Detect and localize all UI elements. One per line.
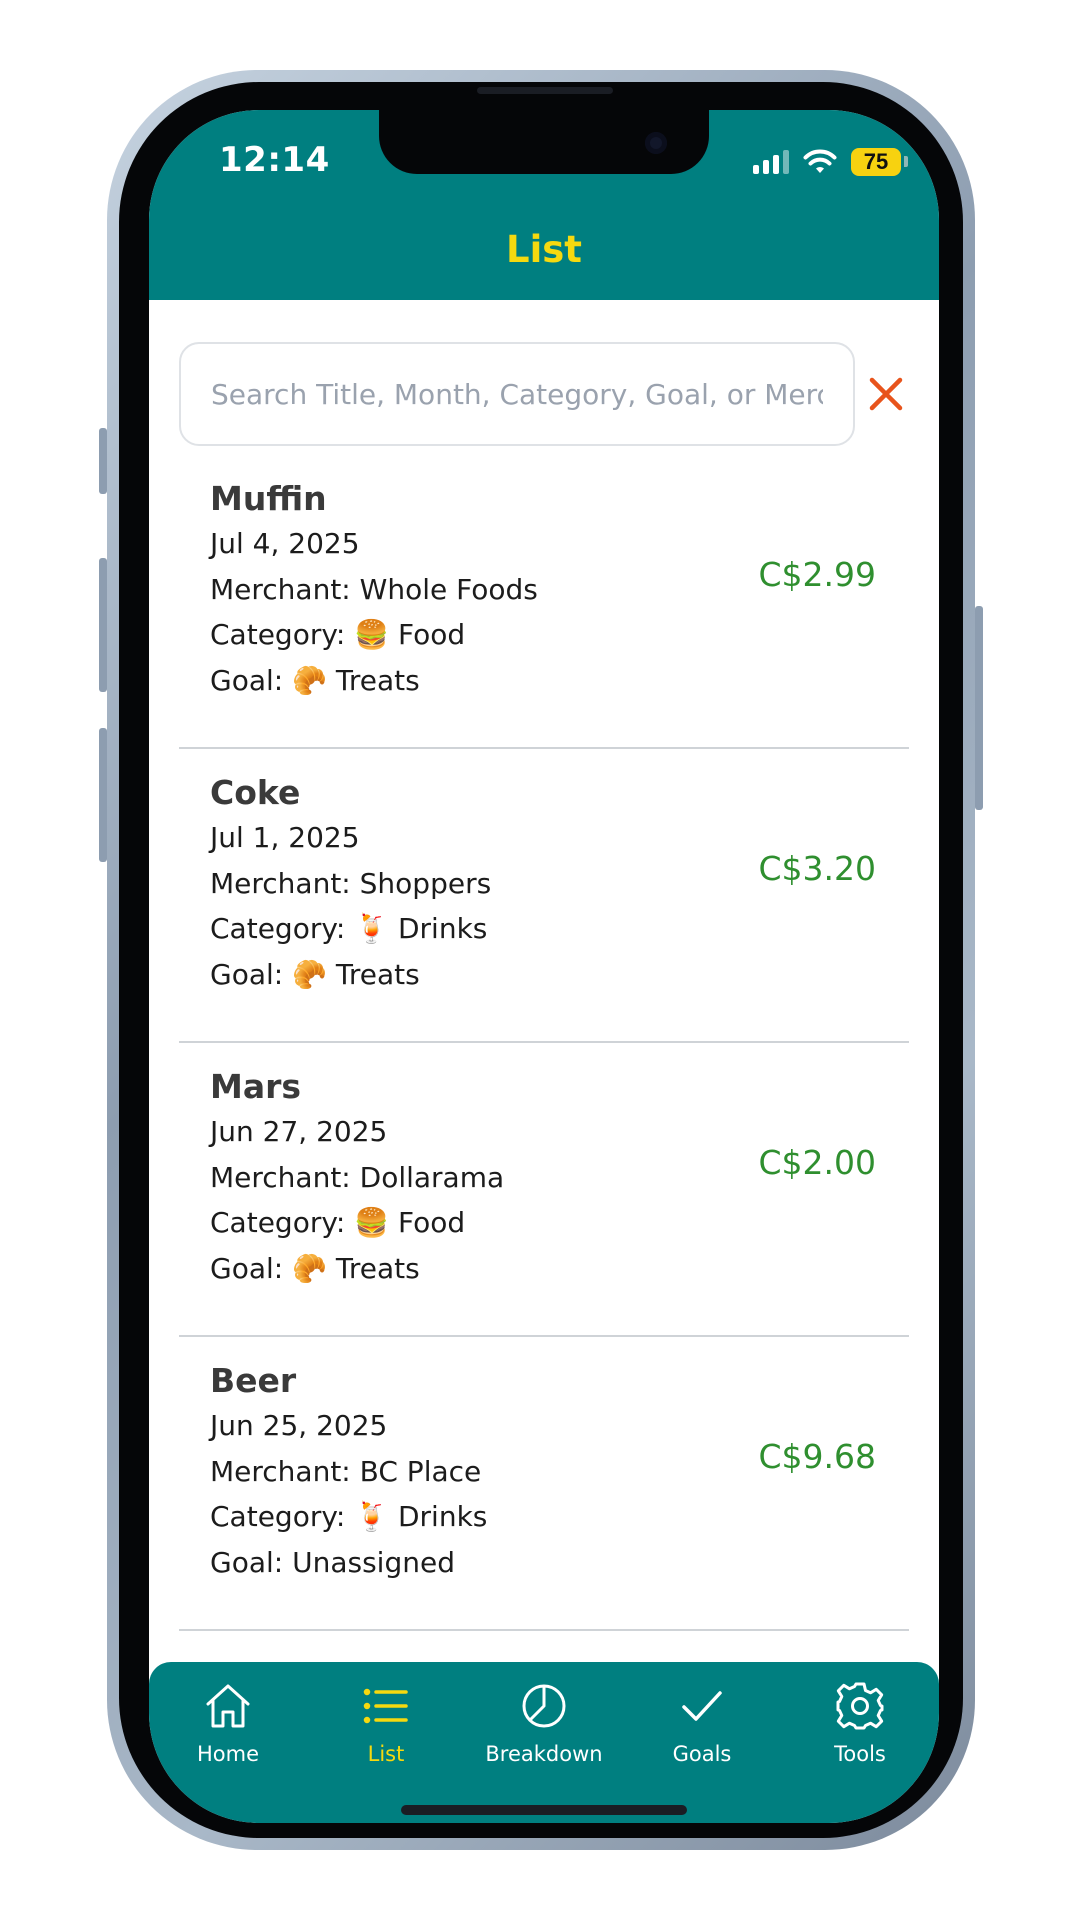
transaction-goal: Goal: 🥐 Treats — [210, 957, 420, 991]
transaction-title: Beer — [210, 1361, 297, 1400]
battery-icon: 75 — [851, 148, 908, 176]
gear-icon — [836, 1682, 884, 1730]
transaction-amount: C$2.00 — [758, 1143, 876, 1182]
transaction-amount: C$9.68 — [758, 1437, 876, 1476]
power-button — [975, 606, 983, 810]
front-camera — [645, 132, 667, 154]
transaction-goal: Goal: Unassigned — [210, 1545, 455, 1579]
mute-switch — [99, 428, 107, 494]
volume-up-button — [99, 558, 107, 692]
search-box — [179, 342, 855, 446]
transaction-item[interactable]: Beer Jun 25, 2025 Merchant: BC Place Cat… — [179, 1337, 909, 1631]
transaction-title: Coke — [210, 773, 301, 812]
tab-label: Tools — [834, 1742, 886, 1766]
transaction-item[interactable]: Mars Jun 27, 2025 Merchant: Dollarama Ca… — [179, 1043, 909, 1337]
bottom-tab-bar: Home List Breakdown Goals Tools — [149, 1662, 939, 1823]
status-time: 12:14 — [219, 140, 330, 180]
status-icons: 75 — [753, 148, 908, 176]
transaction-category: Category: 🍹 Drinks — [210, 1500, 488, 1533]
transaction-title: Muffin — [210, 479, 327, 518]
search-input[interactable] — [181, 344, 853, 444]
tab-list[interactable]: List — [307, 1662, 465, 1823]
transaction-category: Category: 🍔 Food — [210, 618, 466, 651]
transaction-item[interactable]: Muffin Jul 4, 2025 Merchant: Whole Foods… — [179, 455, 909, 749]
transaction-category: Category: 🍹 Drinks — [210, 912, 488, 945]
tab-goals[interactable]: Goals — [623, 1662, 781, 1823]
wifi-icon — [803, 149, 837, 173]
volume-down-button — [99, 728, 107, 862]
transaction-amount: C$2.99 — [758, 555, 876, 594]
device-notch — [379, 110, 709, 174]
transaction-category: Category: 🍔 Food — [210, 1206, 466, 1239]
tab-home[interactable]: Home — [149, 1662, 307, 1823]
tab-tools[interactable]: Tools — [781, 1662, 939, 1823]
app-screen: 12:14 75 List Muffin Jul 4, 2025 Merchan… — [149, 110, 939, 1823]
pie-chart-icon — [522, 1684, 566, 1728]
tab-label: List — [367, 1742, 405, 1766]
tab-breakdown[interactable]: Breakdown — [465, 1662, 623, 1823]
transaction-amount: C$3.20 — [758, 849, 876, 888]
earpiece-speaker — [477, 87, 613, 94]
cellular-signal-icon — [753, 150, 789, 174]
transaction-goal: Goal: 🥐 Treats — [210, 1251, 420, 1285]
transaction-list: Muffin Jul 4, 2025 Merchant: Whole Foods… — [179, 455, 909, 1631]
tab-label: Breakdown — [485, 1742, 603, 1766]
transaction-item[interactable]: Coke Jul 1, 2025 Merchant: Shoppers Cate… — [179, 749, 909, 1043]
tab-label: Home — [196, 1742, 259, 1766]
home-icon — [206, 1684, 250, 1728]
home-indicator[interactable] — [401, 1805, 687, 1815]
list-icon — [363, 1688, 408, 1724]
clear-search-icon[interactable] — [864, 372, 908, 416]
tab-label: Goals — [672, 1742, 732, 1766]
transaction-goal: Goal: 🥐 Treats — [210, 663, 420, 697]
transaction-title: Mars — [210, 1067, 302, 1106]
check-icon — [682, 1691, 722, 1721]
page-title: List — [506, 228, 582, 271]
